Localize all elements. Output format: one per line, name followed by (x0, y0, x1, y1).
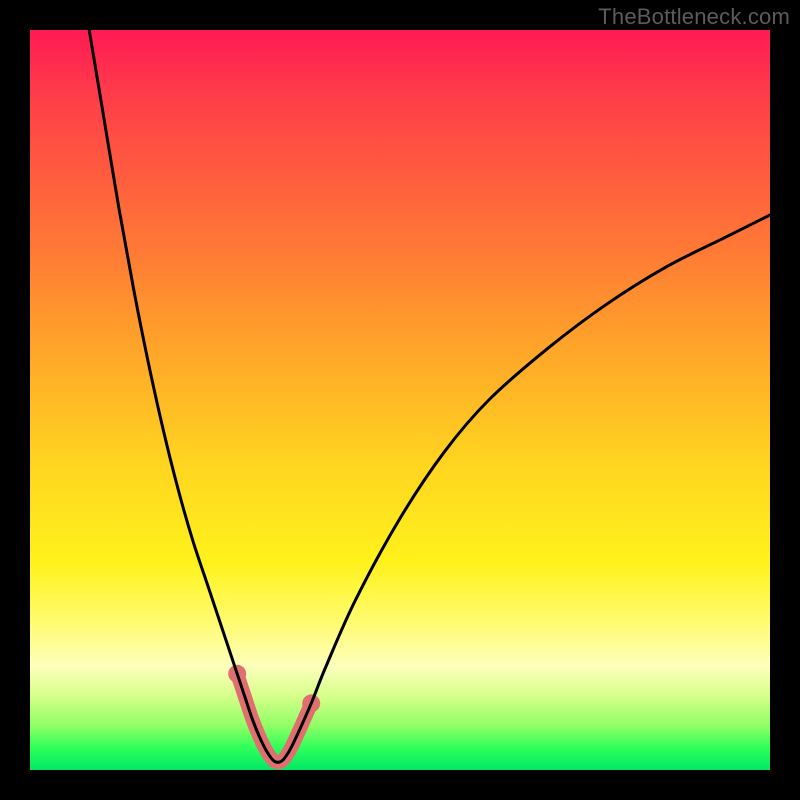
plot-area (30, 30, 770, 770)
watermark-text: TheBottleneck.com (598, 4, 790, 30)
bottleneck-curve (89, 30, 770, 762)
curve-svg (30, 30, 770, 770)
optimal-range-highlight (237, 674, 311, 763)
chart-frame: TheBottleneck.com (0, 0, 800, 800)
